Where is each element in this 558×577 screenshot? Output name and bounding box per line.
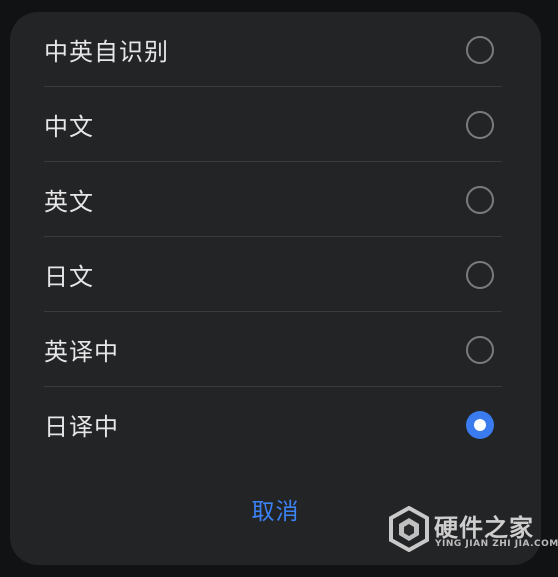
- language-picker-dialog: 中英自识别 中文 英文 日文 英译中 日译中 取消: [10, 12, 541, 565]
- option-japanese[interactable]: 日文: [10, 237, 541, 312]
- watermark: 硬件之家 YING JIAN ZHI JIA.COM: [388, 506, 558, 556]
- option-label: 日译中: [44, 413, 119, 441]
- radio-unchecked-icon[interactable]: [466, 335, 494, 364]
- option-chinese[interactable]: 中文: [10, 87, 541, 162]
- radio-unchecked-icon[interactable]: [466, 185, 494, 214]
- option-english-to-chinese[interactable]: 英译中: [10, 312, 541, 387]
- option-label: 英文: [44, 188, 94, 216]
- watermark-subtitle: YING JIAN ZHI JIA.COM: [435, 539, 558, 549]
- option-english[interactable]: 英文: [10, 162, 541, 237]
- option-label: 日文: [44, 263, 94, 291]
- option-auto-detect[interactable]: 中英自识别: [10, 12, 541, 87]
- watermark-name: 硬件之家: [434, 514, 534, 542]
- option-label: 中文: [44, 113, 94, 141]
- hexagon-logo-icon: [389, 506, 429, 552]
- option-label: 中英自识别: [44, 38, 169, 66]
- language-option-list: 中英自识别 中文 英文 日文 英译中 日译中: [10, 12, 541, 462]
- radio-checked-icon[interactable]: [466, 410, 494, 439]
- radio-unchecked-icon[interactable]: [466, 35, 494, 64]
- radio-unchecked-icon[interactable]: [466, 110, 494, 139]
- radio-unchecked-icon[interactable]: [466, 260, 494, 289]
- option-japanese-to-chinese[interactable]: 日译中: [10, 387, 541, 462]
- option-label: 英译中: [44, 338, 119, 366]
